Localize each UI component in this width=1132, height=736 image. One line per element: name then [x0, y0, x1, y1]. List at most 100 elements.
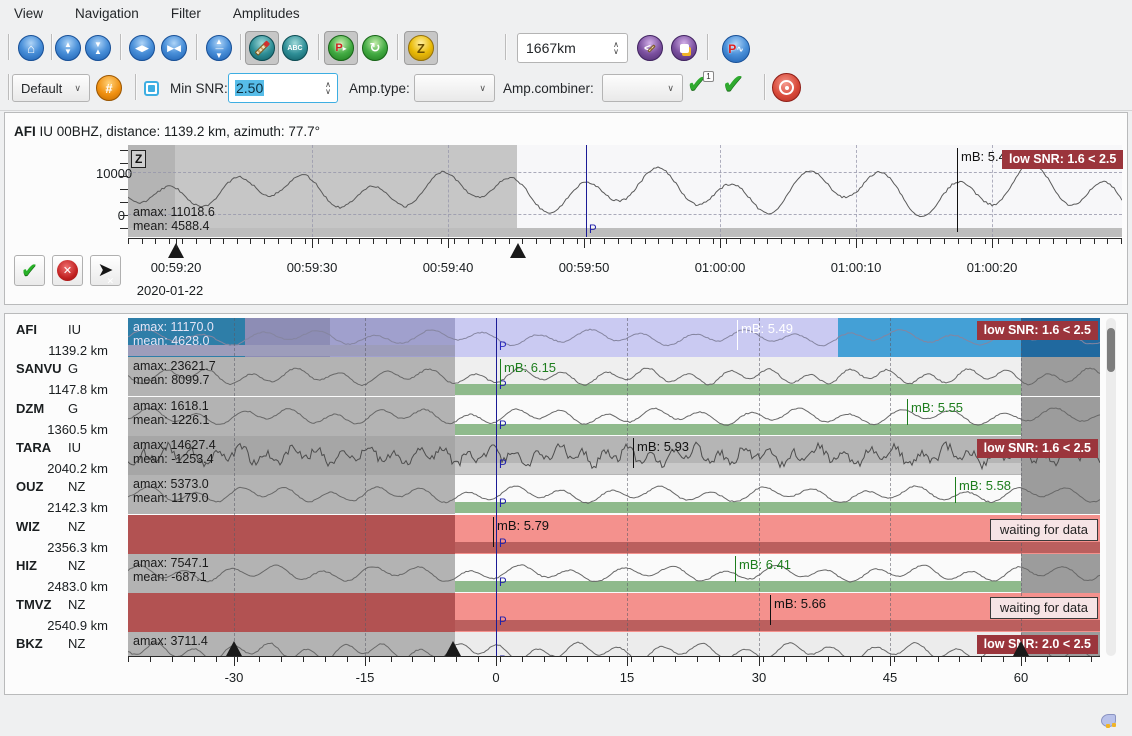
measure-distance-button[interactable]: <	[637, 35, 663, 61]
row-mb-line[interactable]	[493, 517, 494, 547]
time-minor-tick	[1080, 239, 1081, 244]
station-trace-row[interactable]: P mB: 5.79waiting for data	[128, 515, 1100, 554]
picker-p-wave-button[interactable]: P∿	[722, 35, 750, 63]
collapse-vertical-icon[interactable]: ▼▲	[85, 35, 111, 61]
separator	[196, 34, 198, 60]
time-minor-tick	[903, 239, 904, 244]
rel-minor-tick	[434, 657, 435, 662]
expand-vertical-icon[interactable]: ▲▼	[55, 35, 81, 61]
time-minor-tick	[998, 239, 999, 244]
time-minor-tick	[441, 239, 442, 244]
skip-trace-button[interactable]: ➤✕	[90, 255, 121, 286]
min-snr-spinbox[interactable]: 2.50 ∧∨	[228, 73, 338, 103]
station-network: NZ	[68, 479, 85, 494]
menu-amplitudes[interactable]: Amplitudes	[229, 4, 304, 23]
filter-profile-combo[interactable]: Default∨	[12, 74, 90, 102]
mb-amplitude-line[interactable]	[957, 148, 958, 232]
scrollbar-thumb[interactable]	[1107, 328, 1115, 372]
time-minor-tick	[631, 239, 632, 244]
slider-settings-button[interactable]	[671, 35, 697, 61]
time-minor-tick	[142, 239, 143, 244]
station-trace-row[interactable]: amax: 1618.1 mean: 1226.1 P mB: 5.55	[128, 397, 1100, 436]
station-code[interactable]: AFI	[16, 322, 37, 337]
signal-window-marker[interactable]	[510, 243, 526, 258]
station-code[interactable]: BKZ	[16, 636, 43, 651]
reload-picks-button[interactable]: ↻	[362, 35, 388, 61]
commit-count-badge: 1	[703, 71, 714, 82]
amplitude-window-band	[455, 542, 1100, 553]
row-amax-value: amax: 14627.4	[133, 438, 216, 452]
signal-end-marker-list[interactable]	[1013, 641, 1029, 656]
distance-spinbox[interactable]: 1667km ∧∨	[517, 33, 628, 63]
station-code[interactable]: TMVZ	[16, 597, 51, 612]
fit-amplitude-icon[interactable]: ▲—▼	[206, 35, 232, 61]
menu-view[interactable]: View	[10, 4, 47, 23]
amp-combiner-combo[interactable]: ∨	[602, 74, 683, 102]
spinner-arrows[interactable]: ∧∨	[325, 81, 331, 95]
menu-navigation[interactable]: Navigation	[71, 4, 143, 23]
time-minor-tick	[400, 239, 401, 244]
p-pick-line[interactable]	[586, 145, 587, 237]
row-mb-line[interactable]	[735, 556, 736, 582]
station-code[interactable]: TARA	[16, 440, 51, 455]
signal-start-marker-list[interactable]	[445, 641, 461, 656]
accept-amplitude-button[interactable]: ✔	[14, 255, 45, 286]
menu-filter[interactable]: Filter	[167, 4, 205, 23]
list-scrollbar[interactable]	[1106, 318, 1116, 656]
pick-phase-toggle[interactable]: P▸	[324, 31, 358, 65]
commit-all-button[interactable]: ✔	[722, 72, 745, 96]
station-trace-row[interactable]: amax: 7547.1 mean: -687.1 P mB: 6.41	[128, 554, 1100, 593]
station-trace-row[interactable]: amax: 5373.0 mean: 1179.0 P mB: 5.58	[128, 475, 1100, 514]
station-trace-row[interactable]: amax: 14627.4 mean: -1253.4 P mB: 5.93lo…	[128, 436, 1100, 475]
spinner-arrows[interactable]: ∧∨	[613, 41, 619, 55]
row-mb-line[interactable]	[907, 399, 908, 425]
station-code[interactable]: SANVU	[16, 361, 62, 376]
rel-major-tick	[890, 657, 891, 666]
measure-tool-toggle[interactable]	[245, 31, 279, 65]
rel-minor-tick	[719, 657, 720, 662]
time-minor-tick	[794, 239, 795, 244]
collapse-horizontal-icon[interactable]: ▶◀	[161, 35, 187, 61]
station-code[interactable]: WIZ	[16, 519, 40, 534]
amp-type-combo[interactable]: ∨	[414, 74, 495, 102]
time-tick-label: 00:59:50	[559, 260, 610, 275]
relative-time-axis	[128, 656, 1100, 657]
home-view-button[interactable]: ⌂	[18, 35, 44, 61]
recalculate-magnitude-button[interactable]	[772, 73, 801, 102]
row-mb-line[interactable]	[955, 477, 956, 503]
station-code[interactable]: DZM	[16, 401, 44, 416]
row-amax-value: amax: 23621.7	[133, 359, 216, 373]
rel-minor-tick	[478, 657, 479, 662]
row-p-label: P	[499, 538, 507, 550]
row-mean-value: mean: 1226.1	[133, 413, 209, 427]
station-code[interactable]: OUZ	[16, 479, 43, 494]
row-mb-label: mB: 5.55	[911, 400, 963, 415]
rel-tick-label: 45	[883, 670, 897, 685]
labels-abc-button[interactable]: ABC	[282, 35, 308, 61]
row-mb-line[interactable]	[500, 359, 501, 385]
station-trace-row[interactable]: amax: 23621.7 mean: 8099.7 P mB: 6.15	[128, 357, 1100, 396]
row-mb-line[interactable]	[737, 320, 738, 350]
rel-minor-tick	[806, 657, 807, 662]
rel-major-tick	[759, 657, 760, 666]
expand-horizontal-icon[interactable]: ◀▶	[129, 35, 155, 61]
min-snr-checkbox[interactable]	[144, 81, 159, 96]
station-trace-row[interactable]: P mB: 5.66waiting for data	[128, 593, 1100, 632]
station-code[interactable]: HIZ	[16, 558, 37, 573]
row-mb-line[interactable]	[633, 438, 634, 468]
hash-filter-button[interactable]: #	[96, 75, 122, 101]
time-minor-tick	[237, 239, 238, 244]
station-trace-row[interactable]: amax: 11170.0 mean: 4628.0 P mB: 5.49low…	[128, 318, 1100, 357]
rel-minor-tick	[303, 657, 304, 662]
reject-amplitude-button[interactable]: ✕	[52, 255, 83, 286]
time-major-tick	[312, 239, 313, 248]
station-trace-row[interactable]: amax: 3711.4 P low SNR: 2.0 < 2.5	[128, 632, 1100, 657]
row-amax-value: amax: 11170.0	[133, 320, 214, 334]
time-minor-tick	[781, 239, 782, 244]
row-mb-line[interactable]	[770, 595, 771, 625]
time-minor-tick	[1121, 239, 1122, 244]
component-z-toggle[interactable]: Z	[404, 31, 438, 65]
noise-window-marker-list[interactable]	[226, 641, 242, 656]
p-pick-label: P	[589, 224, 597, 236]
main-mean-value: mean: 4588.4	[133, 219, 209, 233]
